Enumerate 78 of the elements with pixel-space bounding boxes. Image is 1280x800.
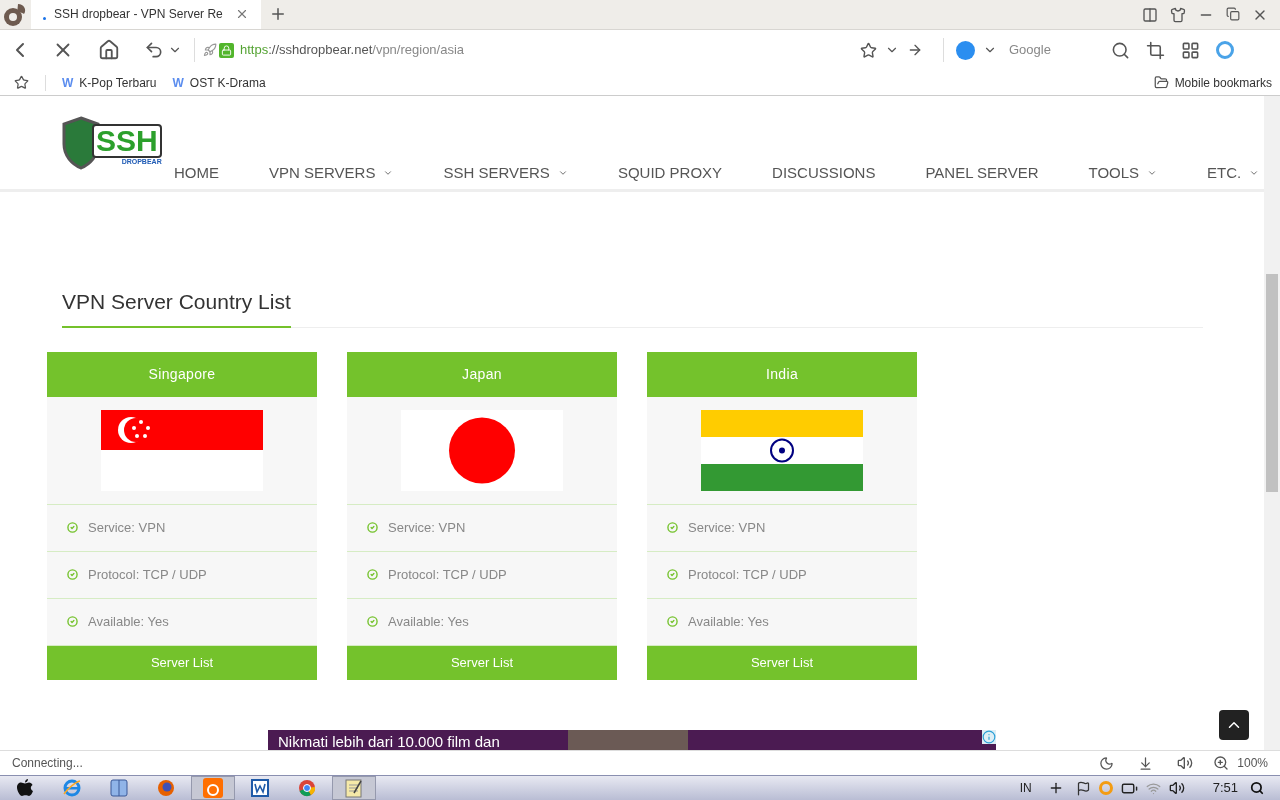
back-to-top-button[interactable] [1219,710,1249,740]
speed-dial-icon[interactable] [1216,41,1234,59]
shirt-icon[interactable] [1170,7,1186,23]
logo-text: SSH [92,124,162,158]
check-icon [367,522,378,533]
search-engine-icon[interactable] [956,40,975,60]
feature-text: Available: Yes [88,612,169,631]
nav-link[interactable]: DISCUSSIONS [772,162,876,185]
loading-icon [43,16,46,20]
language-indicator[interactable]: IN [1019,779,1032,797]
url-field[interactable]: https://sshdropbear.net/vpn/region/asia [240,40,860,60]
nav-link[interactable]: TOOLS [1088,162,1140,185]
zoom-level[interactable]: 100% [1237,754,1268,772]
info-icon[interactable] [982,729,996,744]
check-icon [67,522,78,533]
firefox-icon[interactable] [156,778,176,798]
search-icon[interactable] [1111,40,1130,60]
nav-link[interactable]: SSH SERVERS [443,162,550,185]
check-icon [367,616,378,627]
moon-icon[interactable] [1099,755,1115,771]
ad-text: Nikmati lebih dari 10.000 film dan [277,731,501,750]
star-icon[interactable] [14,75,29,90]
check-icon [67,569,78,580]
feature-text: Available: Yes [688,612,769,631]
search-icon[interactable] [1250,781,1264,795]
feature-text: Protocol: TCP / UDP [688,565,807,584]
nav-link[interactable]: HOME [174,162,219,185]
go-icon[interactable] [907,42,923,58]
feature-text: Service: VPN [688,518,766,537]
country-name: India [647,351,917,397]
bookmark-link[interactable]: K-Pop Terbaru [79,73,157,92]
ie-icon[interactable] [62,778,82,798]
tab-title: SSH dropbear - VPN Server Re [54,6,224,23]
check-icon [67,616,78,627]
feature-text: Service: VPN [88,518,166,537]
apps-icon[interactable] [1181,40,1200,60]
feature-text: Protocol: TCP / UDP [88,565,207,584]
notepad-icon[interactable] [345,778,363,798]
status-text: Connecting... [12,755,83,772]
speaker-icon[interactable] [1177,755,1194,771]
panel-icon[interactable] [1142,7,1158,23]
feature-text: Available: Yes [388,612,469,631]
check-icon [667,616,678,627]
feature-text: Service: VPN [388,518,466,537]
volume-icon[interactable] [1168,780,1185,796]
star-icon[interactable] [860,41,877,59]
nav-link[interactable]: ETC. [1207,162,1242,185]
rocket-icon [203,43,217,57]
nav-link[interactable]: PANEL SERVER [925,162,1039,185]
new-tab-icon[interactable] [269,5,287,23]
home-icon[interactable] [98,39,120,61]
mobile-bookmarks-link[interactable]: Mobile bookmarks [1174,73,1272,92]
word-icon[interactable] [251,779,269,797]
nav-link[interactable]: VPN SERVERS [269,162,376,185]
country-name: Singapore [47,351,317,397]
close-icon[interactable] [235,7,249,21]
clock[interactable]: 7:51 [1212,778,1238,798]
screenshot-icon[interactable] [1146,40,1165,60]
country-name: Japan [347,351,617,397]
browser-tab[interactable]: SSH dropbear - VPN Server Re [31,0,261,29]
folder-icon [1153,75,1169,90]
nav-link[interactable]: SQUID PROXY [617,162,723,185]
flag-icon[interactable] [1075,780,1091,796]
zoom-icon[interactable] [1213,755,1230,771]
feature-text: Protocol: TCP / UDP [388,565,507,584]
ad-banner[interactable]: Nikmati lebih dari 10.000 film dan [268,729,996,750]
restore-icon[interactable] [1226,7,1240,21]
bookmark-link[interactable]: OST K-Drama [189,73,266,92]
search-field[interactable]: Google [1009,40,1095,60]
check-icon [667,569,678,580]
chrome-icon[interactable] [297,778,317,798]
lock-icon [219,42,234,58]
scrollbar[interactable] [1264,96,1280,750]
section-title: VPN Server Country List [62,286,291,328]
check-icon [367,569,378,580]
check-icon [667,522,678,533]
apple-icon[interactable] [16,778,34,798]
undo-icon[interactable] [144,40,164,60]
